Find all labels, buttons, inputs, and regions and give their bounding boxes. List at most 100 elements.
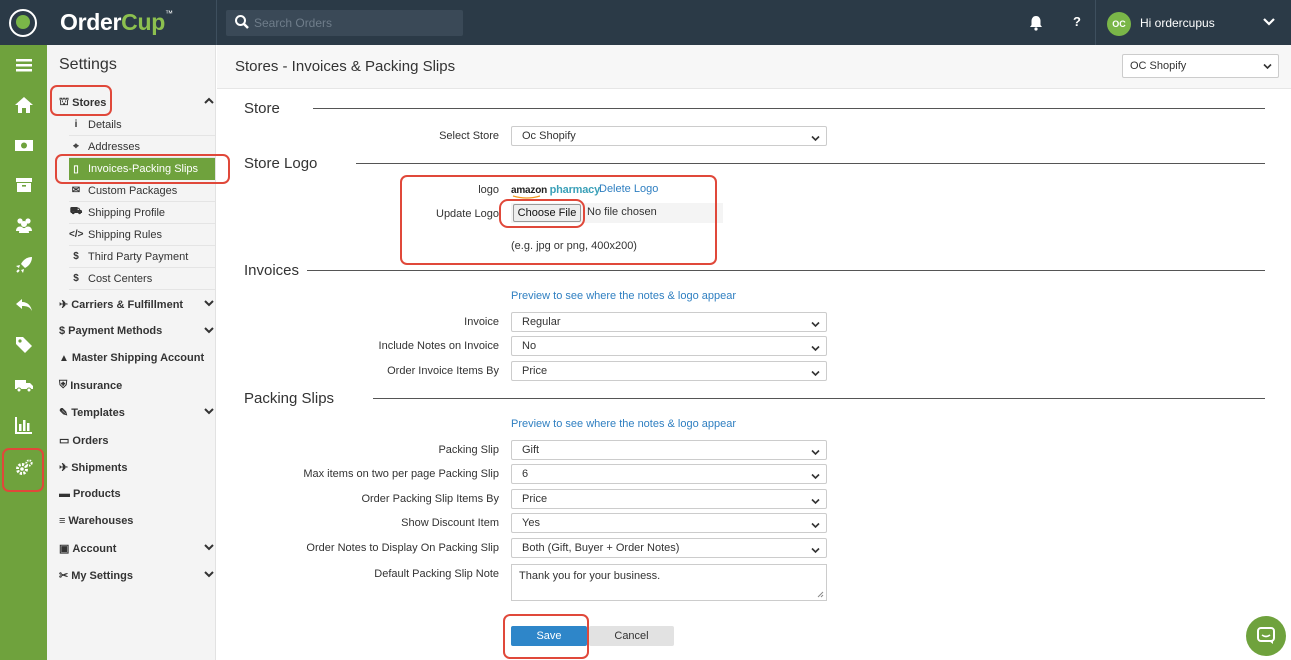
order-notes-display-select[interactable]: Both (Gift, Buyer + Order Notes): [511, 538, 827, 558]
chevron-down-icon[interactable]: [1263, 17, 1275, 27]
reply-icon[interactable]: [0, 285, 47, 325]
sidebar-item-third-party-payment[interactable]: $ Third Party Payment: [69, 246, 215, 268]
sidebar-section-carriers[interactable]: ✈ Carriers & Fulfillment: [59, 298, 214, 311]
sidebar-item-label: Shipping Profile: [88, 206, 166, 219]
sidebar-section-label: My Settings: [71, 569, 133, 582]
tag-icon[interactable]: [0, 325, 47, 365]
chart-icon[interactable]: [0, 405, 47, 445]
sidebar-item-details[interactable]: i Details: [69, 114, 215, 136]
packing-slip-select[interactable]: Gift: [511, 440, 827, 460]
chevron-down-icon[interactable]: [204, 299, 214, 307]
packing-slip-preview-link[interactable]: Preview to see where the notes & logo ap…: [511, 418, 736, 430]
sidebar-section-master-shipping[interactable]: ▲ Master Shipping Account: [59, 352, 204, 364]
chevron-down-icon: [811, 473, 820, 480]
chat-icon: [1257, 627, 1275, 644]
store-switcher-value: OC Shopify: [1130, 60, 1187, 72]
sidebar-section-payment-methods[interactable]: $ Payment Methods: [59, 325, 214, 337]
annotation-highlight-invoices-packing-slips: [55, 154, 230, 184]
page-title: Stores - Invoices & Packing Slips: [235, 58, 456, 75]
dollar-icon: $: [73, 273, 79, 284]
chevron-down-icon[interactable]: [204, 407, 214, 415]
section-divider: [373, 398, 1265, 399]
sidebar-section-my-settings[interactable]: ✂ My Settings: [59, 569, 214, 582]
users-icon[interactable]: [0, 205, 47, 245]
brand-cup: Cup: [121, 9, 165, 35]
sidebar-item-cost-centers[interactable]: $ Cost Centers: [69, 268, 215, 290]
sidebar-section-label: Shipments: [71, 461, 128, 474]
money-icon[interactable]: [0, 125, 47, 165]
truck-icon[interactable]: [0, 365, 47, 405]
menu-icon[interactable]: [0, 45, 47, 85]
chevron-down-icon: [811, 522, 820, 529]
max-items-select[interactable]: 6: [511, 464, 827, 484]
resize-handle-icon[interactable]: [817, 591, 824, 598]
envelope-icon: ✉: [71, 185, 81, 196]
chevron-down-icon[interactable]: [204, 326, 214, 334]
ordercup-logo-icon[interactable]: [9, 9, 37, 37]
sidebar-section-products[interactable]: ▬ Products: [59, 488, 121, 500]
default-note-value: Thank you for your business.: [519, 570, 661, 582]
sidebar-item-label: Cost Centers: [88, 272, 153, 285]
main-nav-rail: [0, 45, 47, 660]
rocket-icon[interactable]: [0, 245, 47, 285]
sidebar-section-orders[interactable]: ▭ Orders: [59, 434, 109, 448]
user-greeting[interactable]: Hi ordercupus: [1140, 16, 1215, 30]
show-discount-select[interactable]: Yes: [511, 513, 827, 533]
select-store-value: Oc Shopify: [522, 130, 576, 142]
default-note-textarea[interactable]: Thank you for your business.: [511, 564, 827, 601]
show-discount-label: Show Discount Item: [401, 517, 499, 529]
chevron-up-icon[interactable]: [204, 97, 214, 105]
cancel-button[interactable]: Cancel: [589, 626, 674, 646]
order-notes-display-value: Both (Gift, Buyer + Order Notes): [522, 542, 680, 554]
money-icon: ▭: [59, 435, 70, 447]
chevron-down-icon[interactable]: [204, 570, 214, 578]
help-icon[interactable]: ?: [1073, 14, 1081, 29]
sidebar-section-label: Account: [72, 542, 117, 555]
rocket-icon: ✈: [59, 462, 69, 474]
plane-icon: ✈: [59, 299, 69, 311]
sidebar-item-shipping-profile[interactable]: ⛟ Shipping Profile: [69, 202, 215, 224]
sidebar-section-label: Orders: [72, 434, 109, 447]
chevron-down-icon: [811, 345, 820, 352]
invoice-preview-link[interactable]: Preview to see where the notes & logo ap…: [511, 290, 736, 302]
sidebar-section-insurance[interactable]: ⛨ Insurance: [59, 379, 122, 392]
section-heading-packing-slips: Packing Slips: [244, 390, 335, 407]
brand-name[interactable]: OrderCup™: [60, 9, 173, 36]
building-icon: ▣: [59, 543, 70, 555]
brand-trademark: ™: [164, 9, 173, 18]
sidebar-section-account[interactable]: ▣ Account: [59, 542, 214, 555]
chevron-down-icon[interactable]: [204, 543, 214, 551]
chevron-down-icon: [811, 135, 820, 142]
sidebar-section-label: Insurance: [70, 379, 123, 392]
sidebar-section-shipments[interactable]: ✈ Shipments: [59, 461, 128, 475]
select-store-dropdown[interactable]: Oc Shopify: [511, 126, 827, 146]
default-note-label: Default Packing Slip Note: [374, 568, 499, 580]
chat-launcher-button[interactable]: [1246, 616, 1286, 656]
max-items-value: 6: [522, 468, 529, 480]
sidebar-section-label: Master Shipping Account: [71, 352, 205, 364]
annotation-highlight-save: [503, 614, 589, 659]
section-divider: [313, 108, 1265, 109]
invoice-select[interactable]: Regular: [511, 312, 827, 332]
avatar[interactable]: OC: [1107, 12, 1131, 36]
annotation-highlight-settings: [2, 448, 44, 492]
edit-icon: ✎: [59, 407, 69, 419]
archive-icon[interactable]: [0, 165, 47, 205]
select-store-label: Select Store: [439, 130, 499, 142]
max-items-label: Max items on two per page Packing Slip: [303, 468, 499, 480]
search-box[interactable]: [226, 10, 463, 36]
shield-icon: ⛨: [59, 379, 68, 391]
sidebar-item-label: Third Party Payment: [88, 250, 189, 263]
store-switcher-select[interactable]: OC Shopify: [1122, 54, 1279, 78]
bell-icon[interactable]: [1029, 15, 1043, 31]
sidebar-section-warehouses[interactable]: ≡ Warehouses: [59, 515, 133, 527]
include-notes-select[interactable]: No: [511, 336, 827, 356]
order-packing-items-select[interactable]: Price: [511, 489, 827, 509]
home-icon[interactable]: [0, 85, 47, 125]
annotation-highlight-choose-file: [499, 199, 585, 228]
search-input[interactable]: [254, 13, 454, 33]
sidebar-section-templates[interactable]: ✎ Templates: [59, 406, 214, 419]
sidebar-item-shipping-rules[interactable]: </> Shipping Rules: [69, 224, 215, 246]
chevron-down-icon: [811, 547, 820, 554]
order-invoice-items-select[interactable]: Price: [511, 361, 827, 381]
